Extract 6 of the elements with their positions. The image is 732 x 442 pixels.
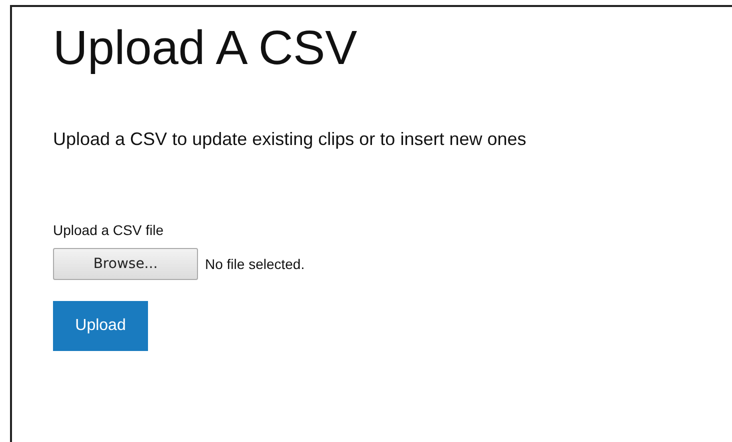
field-label: Upload a CSV file [53,222,164,238]
browse-button[interactable]: Browse... [53,248,198,280]
upload-button[interactable]: Upload [53,301,148,351]
file-status: No file selected. [205,256,305,272]
page-title: Upload A CSV [53,21,358,77]
description: Upload a CSV to update existing clips or to insert new ones [53,129,528,150]
